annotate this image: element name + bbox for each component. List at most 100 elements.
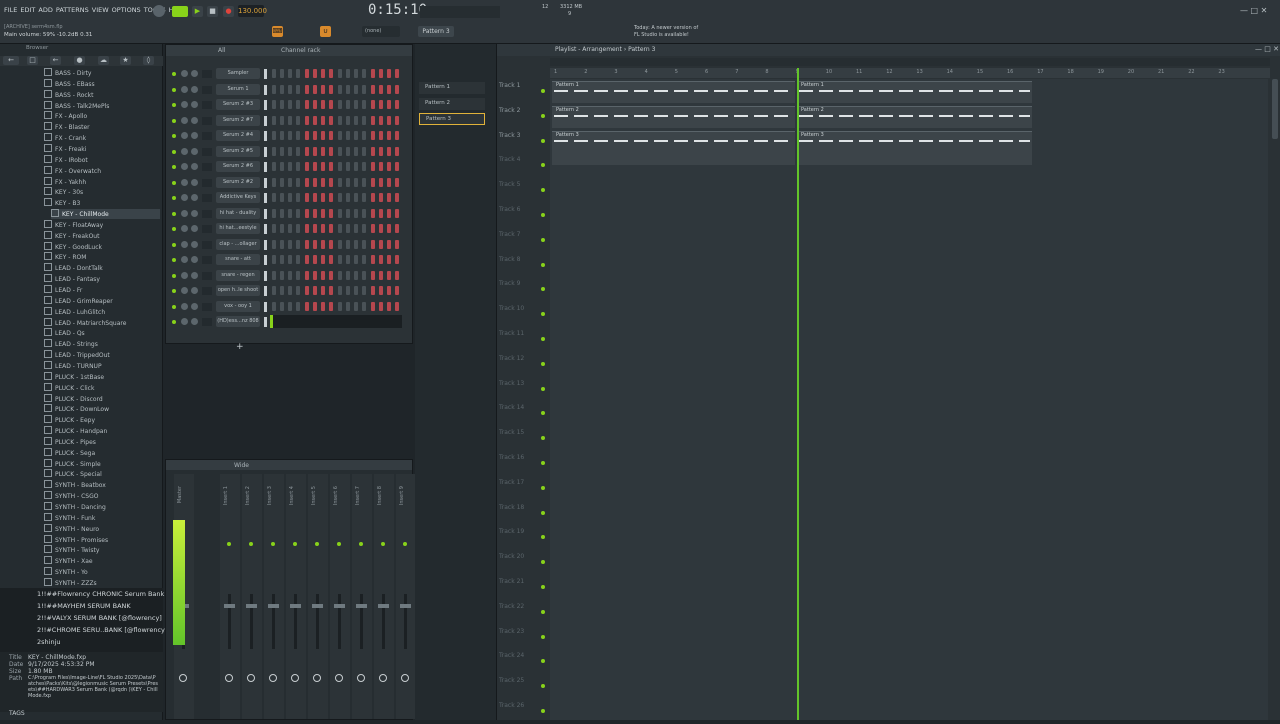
step-button[interactable] (329, 146, 333, 156)
browser-item[interactable]: LEAD - Fr (44, 285, 82, 295)
mixer-strip[interactable]: Insert 4 (286, 474, 306, 719)
step-button[interactable] (321, 100, 325, 109)
browser-item[interactable]: PLUCK - Simple (44, 459, 101, 469)
browser-item[interactable]: BASS - Talk2MePls (44, 101, 109, 111)
channel-pan-knob[interactable] (181, 178, 188, 186)
step-button[interactable] (395, 270, 399, 280)
step-button[interactable] (362, 224, 366, 233)
browser-item[interactable]: SYNTH - Xae (44, 556, 93, 566)
browser-item[interactable]: KEY - ChillMode (51, 209, 160, 220)
step-button[interactable] (379, 224, 383, 233)
mixer-mute-led[interactable] (315, 542, 319, 546)
step-button[interactable] (288, 177, 292, 187)
step-button[interactable] (313, 193, 317, 202)
step-button[interactable] (371, 162, 375, 171)
browser-item[interactable]: SYNTH - Twisty (44, 545, 99, 555)
mixer-mute-led[interactable] (337, 542, 341, 546)
add-channel-icon[interactable]: + (236, 342, 244, 352)
step-button[interactable] (288, 286, 292, 295)
browser-item[interactable]: PLUCK - Eepy (44, 415, 95, 425)
channel-mixer-target[interactable] (202, 287, 212, 295)
channel-volume-knob[interactable] (191, 147, 198, 155)
fader-handle[interactable] (246, 604, 257, 608)
step-button[interactable] (313, 162, 317, 171)
step-button[interactable] (387, 286, 391, 295)
news-line-2[interactable]: FL Studio is available! (634, 32, 689, 38)
step-button[interactable] (288, 100, 292, 109)
step-button[interactable] (379, 255, 383, 264)
step-button[interactable] (395, 286, 399, 295)
track-header[interactable]: Track 13 (497, 377, 549, 402)
channel-name-button[interactable]: Serum 2 #2 (216, 176, 260, 188)
step-button[interactable] (338, 84, 342, 94)
track-header[interactable]: Track 6 (497, 203, 549, 228)
track-mute-led[interactable] (541, 436, 545, 441)
step-button[interactable] (395, 239, 399, 249)
browser-item[interactable]: SYNTH - Neuro (44, 524, 99, 534)
fader-handle[interactable] (312, 604, 323, 608)
channel-mixer-target[interactable] (202, 209, 212, 218)
track-header[interactable]: Track 26 (497, 699, 549, 724)
step-button[interactable] (272, 84, 276, 94)
track-header[interactable]: Track 21 (497, 575, 549, 600)
channel-pan-knob[interactable] (181, 209, 188, 217)
channel-name-button[interactable]: clap - ...ollager (216, 238, 260, 250)
channel-mute-led[interactable] (172, 180, 176, 185)
step-button[interactable] (296, 270, 300, 280)
track-mute-led[interactable] (541, 163, 545, 168)
step-button[interactable] (362, 193, 366, 202)
step-button[interactable] (272, 270, 276, 280)
pattern-item[interactable]: Pattern 1 (419, 82, 485, 94)
bank-item[interactable]: 1!!##MAYHEM SERUM BANK (37, 602, 131, 610)
pattern-clip[interactable]: Pattern 2 (552, 105, 795, 128)
step-button[interactable] (313, 270, 317, 280)
step-button[interactable] (379, 270, 383, 280)
channel-select[interactable] (264, 208, 267, 219)
browser-item[interactable]: LEAD - LuhGlitch (44, 307, 105, 317)
step-button[interactable] (321, 239, 325, 249)
step-button[interactable] (338, 301, 342, 311)
step-button[interactable] (371, 69, 375, 78)
mixer-strip[interactable]: Insert 3 (264, 474, 284, 719)
step-button[interactable] (362, 146, 366, 156)
mixer-fader[interactable] (294, 594, 297, 649)
mixer-pan-knob[interactable] (179, 674, 187, 682)
step-button[interactable] (272, 255, 276, 264)
step-button[interactable] (362, 84, 366, 94)
browser-item[interactable]: LEAD - GrimReaper (44, 296, 113, 306)
browser-menu-icon[interactable]: ← (3, 56, 19, 65)
step-button[interactable] (321, 286, 325, 295)
mixer-strip[interactable]: Insert 6 (330, 474, 350, 719)
step-button[interactable] (313, 286, 317, 295)
mixer-pan-knob[interactable] (401, 674, 409, 682)
step-button[interactable] (354, 84, 358, 94)
step-button[interactable] (346, 255, 350, 264)
step-button[interactable] (395, 146, 399, 156)
track-header[interactable]: Track 5 (497, 178, 549, 203)
step-button[interactable] (346, 131, 350, 140)
browser-item[interactable]: LEAD - TrippedOut (44, 350, 110, 360)
channel-pan-knob[interactable] (181, 85, 188, 93)
cloud-icon[interactable]: ☁ (98, 56, 109, 65)
track-header[interactable]: Track 24 (497, 649, 549, 674)
step-button[interactable] (354, 69, 358, 78)
browser-item[interactable]: SYNTH - Dancing (44, 502, 106, 512)
channel-mute-led[interactable] (172, 273, 176, 278)
step-button[interactable] (362, 162, 366, 171)
step-button[interactable] (329, 193, 333, 202)
step-button[interactable] (288, 270, 292, 280)
mixer-strip[interactable]: Insert 8 (374, 474, 394, 719)
step-button[interactable] (362, 286, 366, 295)
channel-name-button[interactable]: snare - regen (216, 269, 260, 281)
step-button[interactable] (296, 162, 300, 171)
mixer-fader[interactable] (338, 594, 341, 649)
step-button[interactable] (272, 301, 276, 311)
news-line-1[interactable]: Today: A newer version of (634, 25, 698, 31)
bank-item[interactable]: 2shinju (37, 638, 61, 646)
step-button[interactable] (272, 69, 276, 78)
browser-item[interactable]: LEAD - MatriarchSquare (44, 318, 126, 328)
file-icon[interactable]: □ (27, 56, 38, 65)
browser-item[interactable]: FX - Apollo (44, 111, 87, 121)
step-button[interactable] (305, 162, 309, 171)
step-button[interactable] (329, 84, 333, 94)
